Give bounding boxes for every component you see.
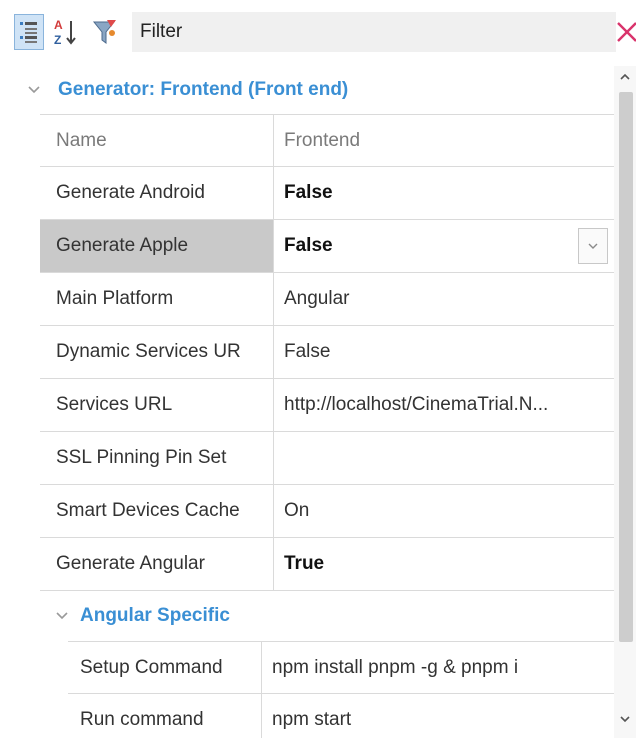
property-value: False — [284, 235, 333, 256]
property-row-generate-apple[interactable]: Generate Apple False — [40, 220, 614, 273]
property-value-dropdown[interactable]: False — [274, 220, 614, 272]
chevron-down-icon[interactable] — [26, 82, 42, 98]
property-grid: Generator: Frontend (Front end) Name Fro… — [0, 66, 614, 738]
scroll-up-icon[interactable] — [614, 66, 636, 88]
filter-input[interactable]: Filter — [132, 12, 616, 52]
svg-text:A: A — [54, 18, 63, 32]
property-value[interactable]: True — [274, 538, 614, 590]
filter-label: Filter — [140, 21, 183, 42]
property-name: Generate Apple — [40, 220, 274, 272]
property-row-smart-devices-cache[interactable]: Smart Devices Cache On — [40, 485, 614, 538]
property-value[interactable]: On — [274, 485, 614, 537]
property-toolbar: A Z Filter — [0, 0, 636, 66]
property-row-run-command[interactable]: Run command npm start — [68, 694, 614, 738]
property-name: SSL Pinning Pin Set — [40, 432, 274, 484]
property-row-dynamic-services-url[interactable]: Dynamic Services UR False — [40, 326, 614, 379]
property-name: Run command — [68, 694, 262, 738]
property-name: Smart Devices Cache — [40, 485, 274, 537]
property-row-main-platform[interactable]: Main Platform Angular — [40, 273, 614, 326]
property-name: Main Platform — [40, 273, 274, 325]
dropdown-button[interactable] — [578, 228, 608, 264]
vertical-scrollbar[interactable] — [614, 66, 636, 738]
property-name: Setup Command — [68, 642, 262, 693]
chevron-down-icon[interactable] — [54, 608, 70, 624]
property-row-name[interactable]: Name Frontend — [40, 114, 614, 167]
scrollbar-thumb[interactable] — [619, 92, 633, 642]
alphabetical-sort-icon[interactable]: A Z — [50, 14, 80, 50]
property-value[interactable]: http://localhost/CinemaTrial.N... — [274, 379, 614, 431]
property-name: Generate Android — [40, 167, 274, 219]
filter-icon[interactable] — [90, 14, 120, 50]
chevron-down-icon — [588, 243, 598, 249]
group-header-generator[interactable]: Generator: Frontend (Front end) — [0, 66, 614, 114]
subgroup-header-angular[interactable]: Angular Specific — [40, 591, 614, 641]
property-name: Dynamic Services UR — [40, 326, 274, 378]
property-row-generate-android[interactable]: Generate Android False — [40, 167, 614, 220]
property-value[interactable]: False — [274, 326, 614, 378]
property-row-services-url[interactable]: Services URL http://localhost/CinemaTria… — [40, 379, 614, 432]
property-rows: Name Frontend Generate Android False Gen… — [40, 114, 614, 591]
clear-icon[interactable] — [612, 16, 636, 48]
property-value[interactable] — [274, 432, 614, 484]
property-value[interactable]: Angular — [274, 273, 614, 325]
property-row-setup-command[interactable]: Setup Command npm install pnpm -g & pnpm… — [68, 641, 614, 694]
property-value[interactable]: False — [274, 167, 614, 219]
property-row-ssl-pinning[interactable]: SSL Pinning Pin Set — [40, 432, 614, 485]
property-value[interactable]: npm start — [262, 694, 614, 738]
group-title: Generator: Frontend (Front end) — [58, 79, 349, 100]
property-name: Name — [40, 115, 274, 166]
subgroup-rows: Setup Command npm install pnpm -g & pnpm… — [68, 641, 614, 738]
scroll-down-icon[interactable] — [614, 708, 636, 730]
property-name: Services URL — [40, 379, 274, 431]
property-name: Generate Angular — [40, 538, 274, 590]
property-value[interactable]: npm install pnpm -g & pnpm i — [262, 642, 614, 693]
svg-text:Z: Z — [54, 33, 61, 47]
property-row-generate-angular[interactable]: Generate Angular True — [40, 538, 614, 591]
subgroup-title: Angular Specific — [80, 605, 230, 626]
property-value: Frontend — [284, 129, 361, 151]
categorized-icon[interactable] — [14, 14, 44, 50]
